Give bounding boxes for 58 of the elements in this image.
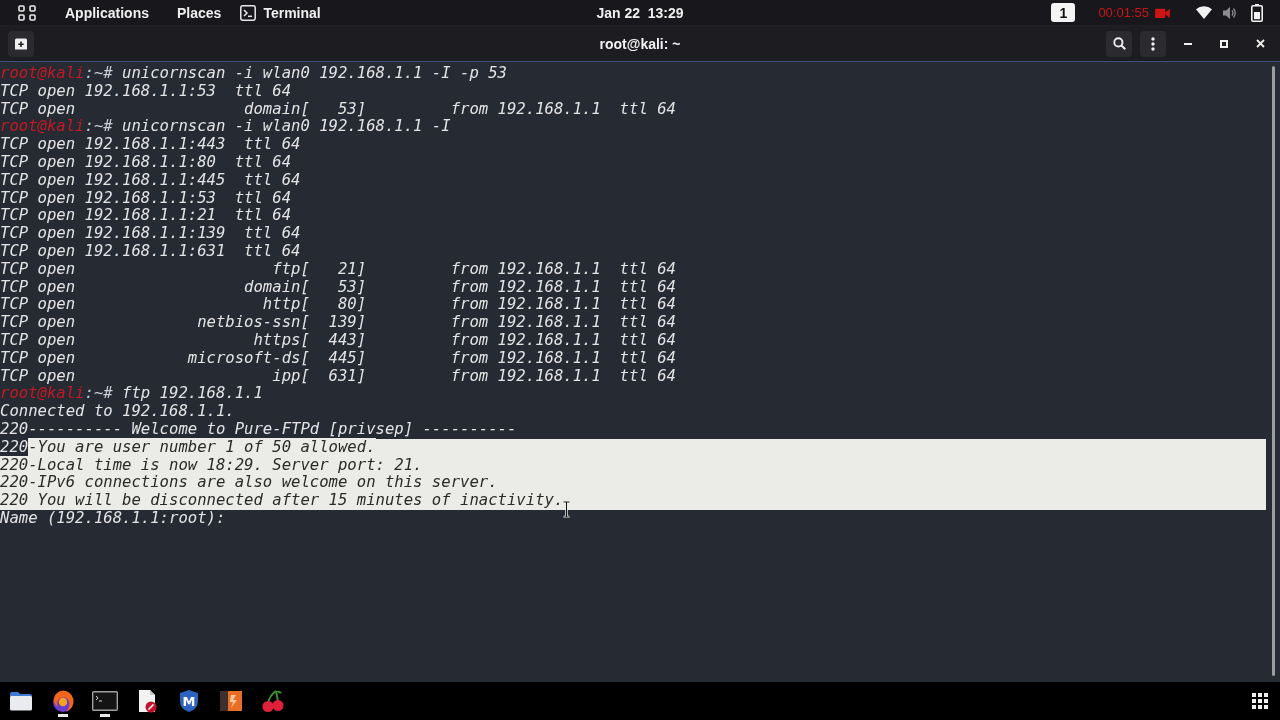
window-title: root@kali: ~ — [599, 35, 681, 52]
text-cursor-icon — [563, 501, 570, 518]
search-icon — [1112, 37, 1126, 50]
output-line: TCP open https[ 443] from 192.168.1.1 ttl 64 — [0, 331, 676, 350]
output-line: TCP open domain[ 53] from 192.168.1.1 ttl 64 — [0, 100, 676, 119]
kebab-menu-icon — [1151, 36, 1155, 51]
output-line: TCP open domain[ 53] from 192.168.1.1 ttl 64 — [0, 278, 676, 297]
terminal-icon — [240, 4, 257, 21]
output-line: TCP open ftp[ 21] from 192.168.1.1 ttl 64 — [0, 260, 676, 279]
minimize-icon — [1184, 42, 1192, 45]
workspace-indicator[interactable]: 1 — [1051, 3, 1076, 22]
running-indicator — [58, 714, 68, 717]
output-line: TCP open 192.168.1.1:443 ttl 64 — [0, 136, 301, 154]
folder-icon — [9, 691, 33, 711]
wifi-icon[interactable] — [1196, 6, 1212, 19]
terminal-icon — [92, 691, 118, 711]
output-line: Name (192.168.1.1:root): — [0, 509, 226, 528]
prompt-line: root@kali:~# unicornscan -i wlan0 192.168.1.1 -I -p 53 — [0, 65, 507, 83]
fox-globe-icon — [51, 689, 75, 713]
prompt-line: root@kali:~# unicornscan -i wlan0 192.168.1.1 -I — [0, 118, 451, 137]
output-line: 220---------- Welcome to Pure-FTPd [privsep] ---------- — [0, 420, 517, 439]
terminal-area[interactable] — [0, 61, 1280, 682]
dock-launcher[interactable]: M — [168, 682, 210, 720]
video-camera-icon[interactable] — [1155, 7, 1170, 18]
document-pencil-icon — [137, 689, 157, 713]
running-indicator — [100, 714, 110, 717]
app-grid-icon[interactable] — [18, 4, 36, 21]
search-button[interactable] — [1106, 30, 1132, 57]
output-line: TCP open 192.168.1.1:80 ttl 64 — [0, 154, 292, 172]
lightning-cube-icon — [219, 689, 243, 713]
panel-menu[interactable]: Applications — [51, 0, 163, 25]
clock[interactable]: Jan 22 13:29 — [596, 4, 684, 21]
output-line: TCP open microsoft-ds[ 445] from 192.168.1.1 ttl 64 — [0, 349, 676, 368]
output-line: TCP open http[ 80] from 192.168.1.1 ttl 64 — [0, 296, 676, 315]
new-tab-button[interactable] — [8, 30, 34, 57]
cherries-icon — [261, 689, 285, 713]
output-line: TCP open 192.168.1.1:53 ttl 64 — [0, 189, 292, 208]
output-line: Connected to 192.168.1.1. — [0, 403, 235, 421]
panel-menu[interactable]: Places — [163, 0, 236, 25]
speaker-icon[interactable] — [1223, 5, 1237, 20]
battery-icon[interactable] — [1251, 3, 1263, 22]
output-line: TCP open 192.168.1.1:139 ttl 64 — [0, 225, 301, 243]
prompt-line: root@kali:~# ftp 192.168.1.1 — [0, 385, 263, 404]
app-menu[interactable]: Terminal — [235, 0, 335, 25]
output-line: TCP open netbios-ssn[ 139] from 192.168.1.1 ttl 64 — [0, 314, 676, 332]
menu-button[interactable] — [1140, 30, 1166, 57]
shield-logo-icon: M — [179, 689, 199, 713]
recording-timer: 00:01:55 — [1098, 5, 1149, 20]
app-grid-icon[interactable] — [1252, 693, 1268, 709]
tab-plus-icon — [14, 37, 28, 50]
output-line: TCP open 192.168.1.1:631 ttl 64 — [0, 242, 301, 261]
output-line: TCP open 192.168.1.1:53 ttl 64 — [0, 82, 292, 101]
output-line: TCP open 192.168.1.1:21 ttl 64 — [0, 207, 292, 226]
close-icon — [1255, 39, 1265, 48]
scrollbar[interactable] — [1271, 66, 1275, 676]
output-line: TCP open ipp[ 631] from 192.168.1.1 ttl 64 — [0, 367, 676, 386]
maximize-icon — [1220, 39, 1228, 48]
output-line: TCP open 192.168.1.1:445 ttl 64 — [0, 171, 301, 190]
